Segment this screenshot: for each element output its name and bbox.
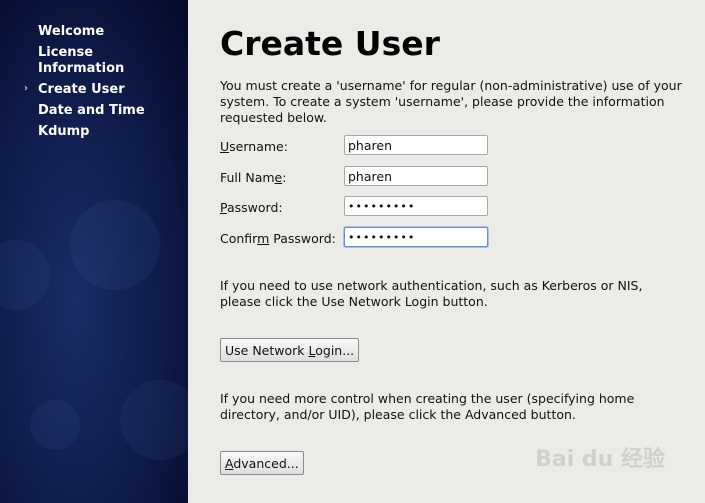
confirm-password-field[interactable]: ••••••••• bbox=[344, 227, 488, 247]
sidebar: Welcome License Information › Create Use… bbox=[0, 0, 188, 503]
username-field[interactable]: pharen bbox=[344, 135, 488, 155]
intro-text: You must create a 'username' for regular… bbox=[220, 78, 682, 125]
page-title: Create User bbox=[220, 24, 440, 63]
username-label: Username: bbox=[220, 139, 288, 154]
password-label: Password: bbox=[220, 200, 283, 215]
sidebar-item-date-and-time[interactable]: Date and Time bbox=[38, 103, 178, 119]
full-name-label: Full Name: bbox=[220, 170, 287, 185]
watermark-logo: Bai du 经验 bbox=[535, 447, 665, 472]
password-field[interactable]: ••••••••• bbox=[344, 196, 488, 216]
full-name-field[interactable]: pharen bbox=[344, 166, 488, 186]
use-network-login-button[interactable]: Use Network Login... bbox=[220, 338, 360, 362]
network-login-text: If you need to use network authenticatio… bbox=[220, 278, 643, 309]
sidebar-item-create-user[interactable]: Create User bbox=[38, 82, 178, 98]
background-bubble bbox=[120, 380, 188, 460]
active-item-arrow-icon: › bbox=[24, 83, 28, 94]
advanced-button[interactable]: Advanced... bbox=[220, 451, 304, 475]
advanced-text: If you need more control when creating t… bbox=[220, 391, 635, 422]
background-bubble bbox=[30, 400, 80, 450]
background-bubble bbox=[0, 240, 50, 310]
sidebar-item-license-information[interactable]: License Information bbox=[38, 45, 178, 77]
sidebar-item-kdump[interactable]: Kdump bbox=[38, 124, 178, 140]
main-panel: Create User You must create a 'username'… bbox=[188, 0, 705, 503]
confirm-password-label: Confirm Password: bbox=[220, 231, 336, 246]
background-bubble bbox=[70, 200, 160, 290]
sidebar-item-welcome[interactable]: Welcome bbox=[38, 24, 178, 40]
